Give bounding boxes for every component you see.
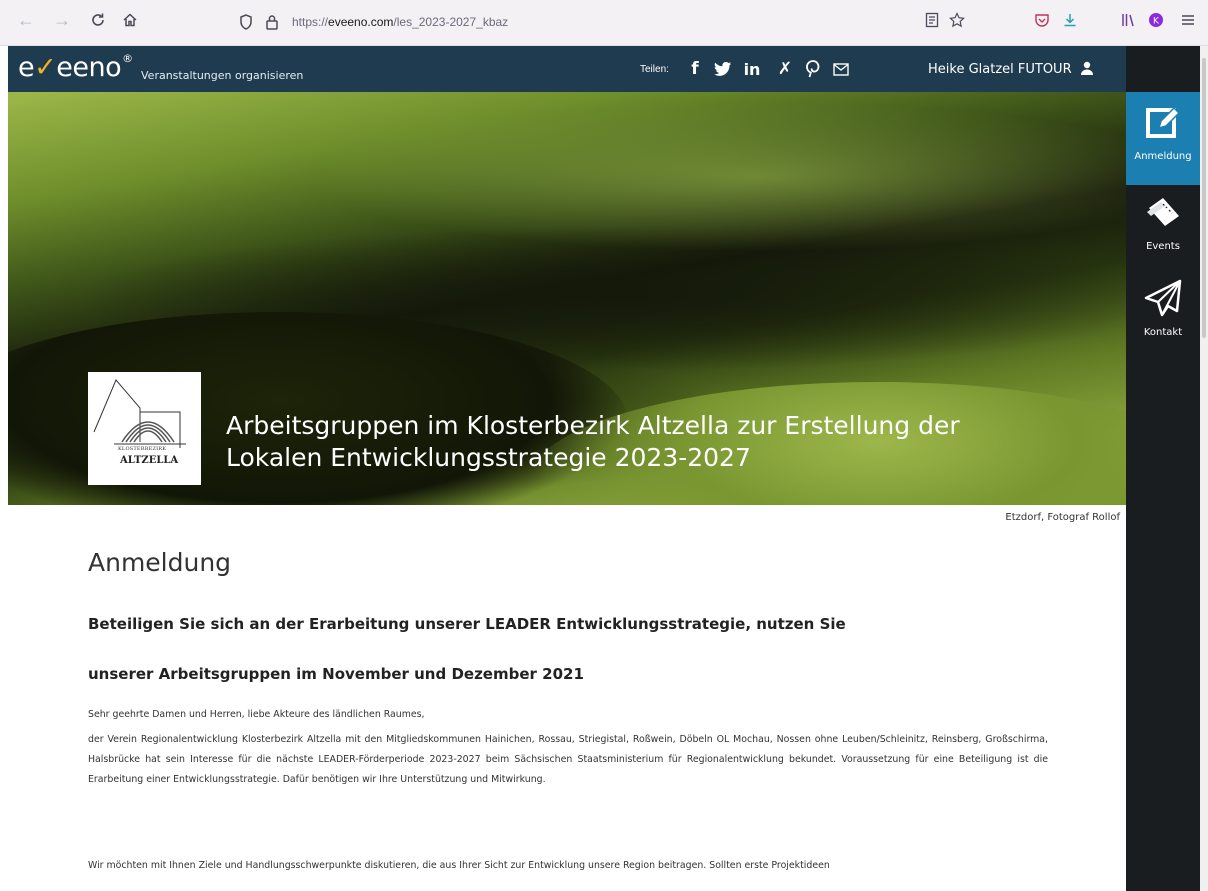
pinterest-icon[interactable] xyxy=(802,58,824,80)
facebook-icon[interactable]: f xyxy=(684,58,706,80)
lead-heading-line-2: unserer Arbeitsgruppen im November und D… xyxy=(88,665,584,683)
logo-text-start: e xyxy=(18,52,35,83)
url-prefix: https:// xyxy=(292,15,329,29)
hero-hill-top xyxy=(308,102,1126,252)
eveeno-logo[interactable]: e✓eeno® xyxy=(18,52,133,83)
registered-mark: ® xyxy=(122,52,133,65)
hero-banner: KLOSTERBEZIRK ALTZELLA Arbeitsgruppen im… xyxy=(8,92,1126,505)
browser-toolbar: ← → https://eveeno.com/les_2023-2027_kba… xyxy=(0,0,1208,46)
address-bar[interactable]: https://eveeno.com/les_2023-2027_kbaz xyxy=(236,8,976,36)
paper-plane-icon xyxy=(1126,278,1200,321)
forward-icon[interactable]: → xyxy=(50,8,74,32)
logo-text-end: eeno xyxy=(56,52,122,83)
event-title-line-1: Arbeitsgruppen im Klosterbezirk Altzella… xyxy=(226,411,960,440)
home-icon[interactable] xyxy=(118,8,142,32)
event-title: Arbeitsgruppen im Klosterbezirk Altzella… xyxy=(226,410,1106,474)
bookmark-star-icon[interactable] xyxy=(945,8,969,32)
intro-paragraph: der Verein Regionalentwicklung Klosterbe… xyxy=(88,734,1048,785)
url-text[interactable]: https://eveeno.com/les_2023-2027_kbaz xyxy=(292,15,508,29)
tickets-icon xyxy=(1126,196,1200,235)
library-icon[interactable] xyxy=(1116,8,1140,32)
user-name: Heike Glatzel FUTOUR xyxy=(928,62,1072,77)
email-icon[interactable] xyxy=(830,58,852,80)
reload-icon[interactable] xyxy=(86,8,110,32)
download-icon[interactable] xyxy=(1058,8,1082,32)
sidebar-item-events[interactable]: Events xyxy=(1126,196,1200,252)
scrollbar-thumb[interactable] xyxy=(1202,58,1206,338)
twitter-icon[interactable] xyxy=(712,58,734,80)
sidebar-item-label: Anmeldung xyxy=(1134,151,1192,162)
shield-icon[interactable] xyxy=(236,12,256,32)
pocket-icon[interactable] xyxy=(1030,8,1054,32)
xing-icon[interactable]: ✗ xyxy=(774,58,796,80)
klosterbezirk-logo: KLOSTERBEZIRK ALTZELLA xyxy=(88,372,201,485)
edit-icon xyxy=(1126,104,1200,145)
checkmark-icon: ✓ xyxy=(34,52,57,83)
url-domain: eveeno.com xyxy=(328,15,394,29)
page-heading: Anmeldung xyxy=(88,548,232,577)
tagline: Veranstaltungen organisieren xyxy=(141,69,304,82)
user-menu[interactable]: Heike Glatzel FUTOUR xyxy=(928,61,1094,79)
linkedin-icon[interactable]: in xyxy=(741,58,763,80)
url-path: /les_2023-2027_kbaz xyxy=(393,15,509,29)
account-avatar-icon[interactable]: K xyxy=(1144,8,1168,32)
logo-line-2: ALTZELLA xyxy=(120,455,179,466)
second-paragraph: Wir möchten mit Ihnen Ziele und Handlung… xyxy=(88,860,830,871)
lead-heading-line-1: Beteiligen Sie sich an der Erarbeitung u… xyxy=(88,615,846,633)
event-title-line-2: Lokalen Entwicklungsstrategie 2023-2027 xyxy=(226,443,751,472)
share-label: Teilen: xyxy=(640,64,669,75)
user-icon xyxy=(1080,61,1094,79)
photo-credit: Etzdorf, Fotograf Rollof xyxy=(1005,512,1120,523)
sidebar-item-anmeldung[interactable]: Anmeldung xyxy=(1126,104,1200,162)
sidebar-item-label: Kontakt xyxy=(1143,327,1183,338)
back-icon[interactable]: ← xyxy=(14,8,38,32)
lock-icon[interactable] xyxy=(262,12,282,32)
logo-line-1: KLOSTERBEZIRK xyxy=(118,446,167,452)
menu-icon[interactable] xyxy=(1176,8,1200,32)
reader-view-icon[interactable] xyxy=(920,8,944,32)
sidebar-item-kontakt[interactable]: Kontakt xyxy=(1126,278,1200,338)
sidebar-item-label: Events xyxy=(1146,241,1180,252)
greeting-text: Sehr geehrte Damen und Herren, liebe Akt… xyxy=(88,709,425,720)
site-header: e✓eeno® Veranstaltungen organisieren Tei… xyxy=(8,46,1126,92)
